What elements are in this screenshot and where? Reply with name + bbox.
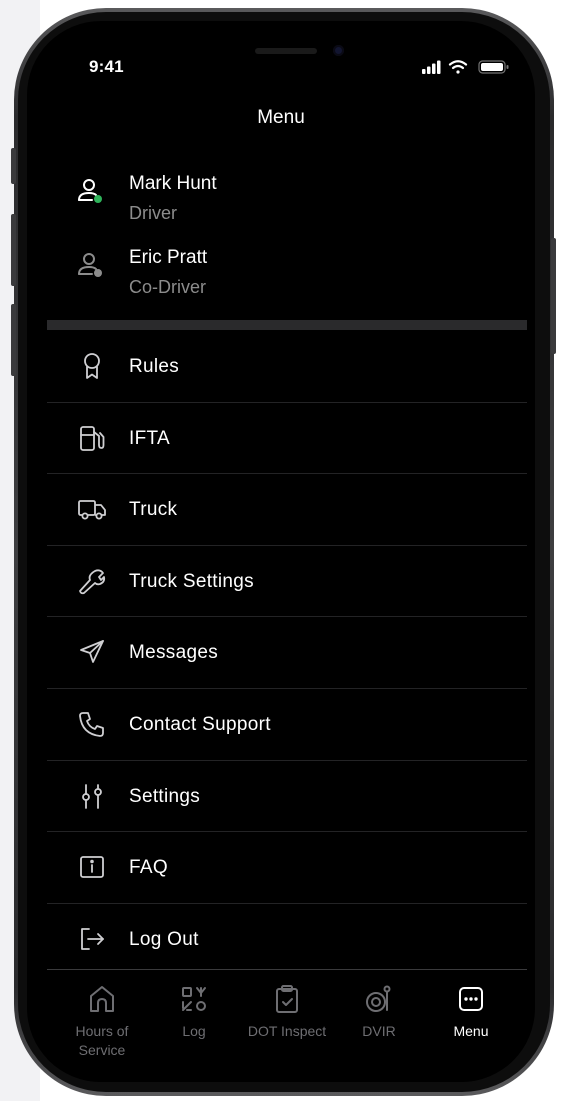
log-icon [182,987,206,1011]
wrench-icon [79,569,106,594]
tab-label: DVIR [362,1023,396,1039]
tab-hours-of-service[interactable]: Hours of Service [57,984,147,1060]
tab-label: Log [182,1023,206,1039]
tire-icon [366,985,391,1012]
user-name: Mark Hunt [129,173,217,194]
menu-item-label: Messages [129,642,218,664]
menu-item-contact-support[interactable]: Contact Support [47,689,527,761]
menu-item-truck[interactable]: Truck [47,474,527,546]
menu-item-label: Log Out [129,928,199,950]
page-title: Menu [257,107,305,128]
phone-screen: 9:41 Menu Mark Hunt Driver Eric Pratt Co… [27,21,535,1082]
menu-item-log-out[interactable]: Log Out [47,904,527,976]
wifi-icon [448,60,468,74]
tab-label: Hours of Service [75,1023,129,1058]
info-icon [80,856,104,879]
user-role: Co-Driver [129,277,207,297]
logout-icon [81,927,104,950]
power-button [551,238,556,354]
front-camera [333,45,344,56]
volume-up-button [11,214,16,286]
sliders-icon [82,783,102,809]
menu-item-truck-settings[interactable]: Truck Settings [47,546,527,618]
menu-item-ifta[interactable]: IFTA [47,403,527,475]
user-offline-icon [78,253,102,277]
menu-item-messages[interactable]: Messages [47,617,527,689]
mute-switch [11,148,16,184]
menu-item-label: IFTA [129,427,170,449]
tab-dot-inspect[interactable]: DOT Inspect [242,984,332,1041]
menu-item-faq[interactable]: FAQ [47,832,527,904]
volume-down-button [11,304,16,376]
earpiece-speaker [255,48,317,54]
home-icon [90,986,114,1012]
menu-item-label: FAQ [129,857,168,879]
menu-item-settings[interactable]: Settings [47,761,527,833]
tab-menu[interactable]: Menu [426,984,516,1041]
more-icon [459,987,483,1011]
tab-log[interactable]: Log [149,984,239,1041]
clipboard-check-icon [276,985,298,1013]
truck-icon [78,500,106,520]
user-role: Driver [129,203,177,223]
menu-item-rules[interactable]: Rules [47,331,527,403]
tab-dvir[interactable]: DVIR [334,984,424,1041]
tab-label: Menu [453,1023,489,1039]
menu-item-label: Rules [129,356,180,377]
phone-icon [79,712,104,737]
tab-bar: Hours of Service Log DOT Inspect DVIR Me… [47,969,527,1082]
menu-item-label: Truck Settings [129,570,254,592]
ribbon-icon [84,353,100,379]
menu-item-label: Truck [129,499,178,521]
tab-label: DOT Inspect [247,1023,327,1039]
menu-item-label: Contact Support [129,713,271,735]
user-online-icon [78,179,102,203]
status-icons [422,60,509,74]
send-icon [80,640,104,664]
menu-list: Rules IFTA Truck Truck Settings Messages… [47,331,527,975]
cellular-signal-icon [422,60,441,74]
battery-icon [478,60,509,74]
section-divider [47,320,527,330]
fuel-pump-icon [80,425,105,451]
status-time: 9:41 [89,57,124,76]
menu-item-label: Settings [129,785,201,807]
user-name: Eric Pratt [129,247,208,268]
